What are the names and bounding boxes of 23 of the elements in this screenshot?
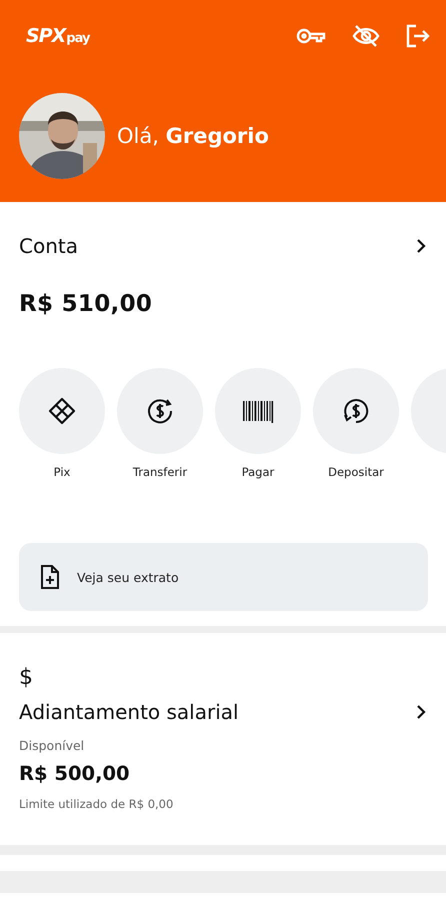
statement-button[interactable]: Veja seu extrato bbox=[19, 543, 428, 611]
section-title: Conta bbox=[19, 234, 78, 258]
chevron-right-icon[interactable] bbox=[416, 238, 426, 254]
diamond-icon bbox=[47, 396, 77, 426]
dollar-sign: $ bbox=[19, 665, 33, 690]
logout-icon[interactable] bbox=[406, 24, 430, 48]
dollar-cycle-icon bbox=[341, 396, 371, 426]
eye-off-icon[interactable] bbox=[352, 24, 380, 48]
action-label: Depositar bbox=[328, 465, 384, 479]
available-amount: R$ 500,00 bbox=[19, 762, 131, 785]
action-label: Transferir bbox=[132, 465, 188, 479]
key-icon[interactable] bbox=[296, 27, 326, 45]
barcode-icon bbox=[242, 398, 274, 424]
limit-text: Limite utilizado de R$ 0,00 bbox=[19, 797, 174, 811]
action-label: Pix bbox=[54, 465, 70, 479]
section-title: Adiantamento salarial bbox=[19, 700, 239, 724]
balance-amount: R$ 510,00 bbox=[19, 291, 154, 317]
greeting: Olá, Gregorio bbox=[117, 124, 269, 148]
chevron-right-icon[interactable] bbox=[416, 704, 426, 720]
action-label: Pagar bbox=[242, 465, 274, 479]
logo: SPXpay bbox=[26, 25, 90, 47]
document-add-icon bbox=[41, 565, 59, 589]
available-label: Disponível bbox=[19, 738, 86, 753]
